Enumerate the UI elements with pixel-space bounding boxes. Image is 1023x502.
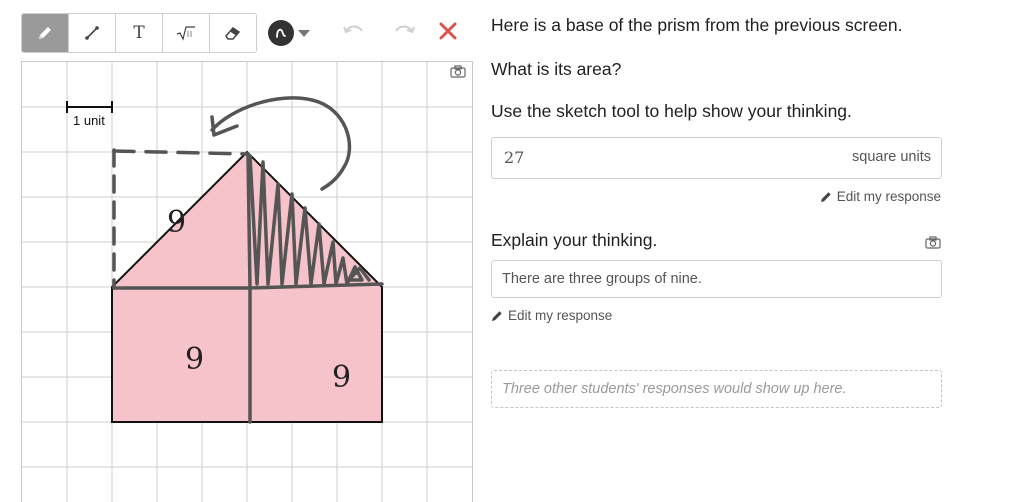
squiggle-icon xyxy=(276,28,286,38)
math-tool-button[interactable] xyxy=(163,14,210,52)
pencil-tool-button[interactable] xyxy=(22,14,69,52)
tool-group: T xyxy=(21,13,257,53)
answer-unit: square units xyxy=(852,149,931,165)
question-text-1: Here is a base of the prism from the pre… xyxy=(491,15,903,35)
region-label-rect-right: 9 xyxy=(332,360,352,395)
clear-sketch-icon[interactable] xyxy=(438,21,458,41)
edit-explanation-label: Edit my response xyxy=(508,308,613,323)
explain-prompt: Explain your thinking. xyxy=(491,230,658,250)
text-tool-icon: T xyxy=(133,23,145,43)
area-answer-field[interactable]: 27 square units xyxy=(491,137,942,179)
region-label-rect-left: 9 xyxy=(185,342,205,377)
color-swatch xyxy=(268,20,294,46)
region-label-triangle-left: 9 xyxy=(167,205,187,240)
sketch-toolbar: T xyxy=(21,13,310,53)
explanation-value: There are three groups of nine. xyxy=(502,271,702,287)
pencil-icon xyxy=(39,27,51,39)
pencil-icon xyxy=(820,191,831,202)
sketch-drawing xyxy=(22,62,472,502)
eraser-tool-button[interactable] xyxy=(210,14,256,52)
redo-icon[interactable] xyxy=(393,22,415,38)
line-tool-button[interactable] xyxy=(69,14,116,52)
pencil-icon xyxy=(492,310,502,321)
undo-icon[interactable] xyxy=(343,22,365,38)
text-tool-button[interactable]: T xyxy=(116,14,163,52)
explanation-field[interactable]: There are three groups of nine. xyxy=(491,260,942,298)
eraser-icon xyxy=(225,27,241,40)
edit-explanation-link[interactable]: Edit my response xyxy=(491,308,612,323)
unit-scale-bar xyxy=(66,101,113,113)
edit-answer-link[interactable]: Edit my response xyxy=(820,189,941,204)
math-root-icon xyxy=(176,26,195,41)
camera-icon[interactable] xyxy=(450,65,466,78)
camera-icon[interactable] xyxy=(925,236,941,249)
line-icon xyxy=(85,26,99,40)
color-picker[interactable] xyxy=(268,20,310,46)
sketch-canvas[interactable]: 1 unit 9 9 9 xyxy=(21,61,473,502)
unit-label: 1 unit xyxy=(73,113,105,128)
edit-answer-label: Edit my response xyxy=(836,189,941,204)
answer-value: 27 xyxy=(504,148,525,167)
question-text-2: What is its area? xyxy=(491,59,622,79)
other-responses-text: Three other students' responses would sh… xyxy=(502,381,847,397)
question-text-3: Use the sketch tool to help show your th… xyxy=(491,101,852,121)
chevron-down-icon xyxy=(298,29,310,37)
other-responses-placeholder: Three other students' responses would sh… xyxy=(491,370,942,408)
